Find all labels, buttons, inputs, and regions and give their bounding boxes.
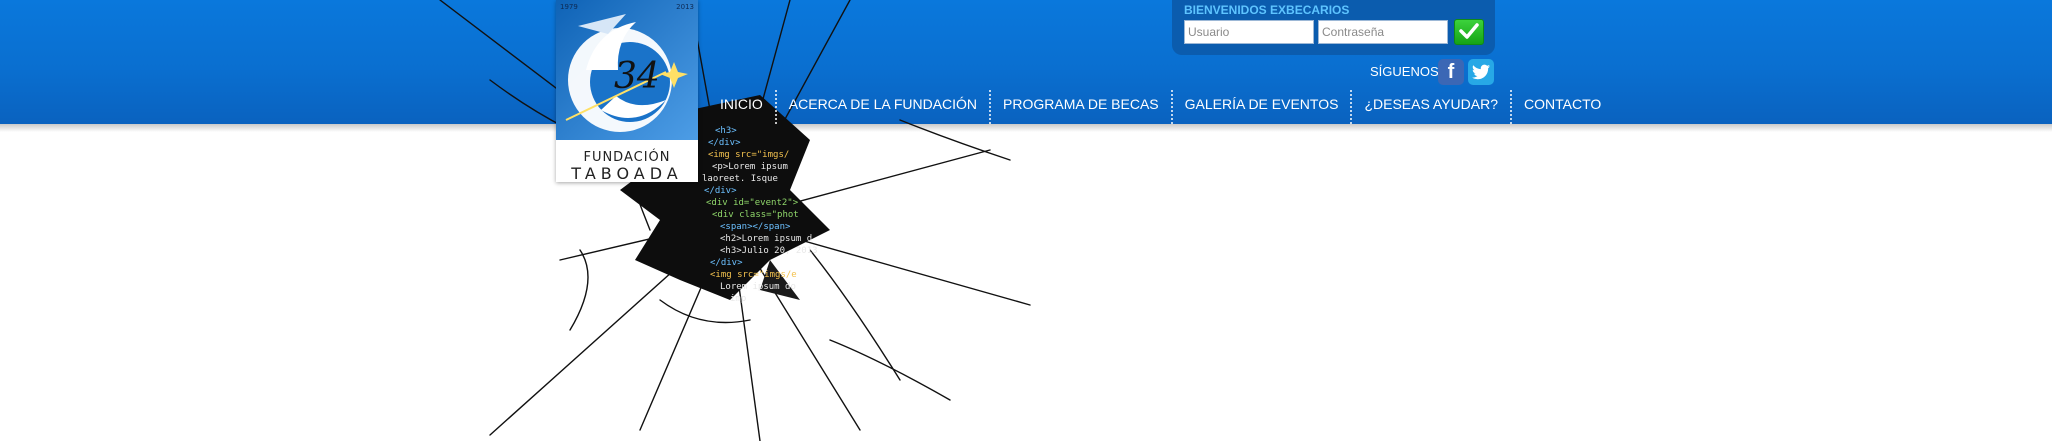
- logo-name-line1: FUNDACIÓN: [583, 150, 671, 165]
- nav-item-contacto[interactable]: CONTACTO: [1510, 90, 1613, 124]
- code-line: imp: [730, 294, 746, 304]
- nav-item-inicio[interactable]: INICIO: [700, 90, 775, 124]
- logo-emblem: 1979 2013 34: [556, 0, 698, 140]
- foundation-logo[interactable]: 1979 2013 34 FUNDACIÓN TABOADA: [556, 0, 698, 183]
- code-line: <img src="imgs/: [708, 150, 789, 160]
- nav-item-programa-becas[interactable]: PROGRAMA DE BECAS: [989, 90, 1171, 124]
- nav-item-deseas-ayudar[interactable]: ¿DESEAS AYUDAR?: [1350, 90, 1510, 124]
- code-line: laoreet. Isque: [702, 174, 778, 184]
- twitter-icon[interactable]: [1468, 59, 1494, 85]
- code-line: <div id="event2">: [706, 198, 799, 208]
- login-panel: BIENVENIDOS EXBECARIOS: [1172, 0, 1495, 55]
- main-navigation: INICIO ACERCA DE LA FUNDACIÓN PROGRAMA D…: [700, 90, 1613, 124]
- nav-item-galeria-eventos[interactable]: GALERÍA DE EVENTOS: [1170, 90, 1351, 124]
- logo-anniversary-number: 34: [614, 56, 660, 97]
- login-submit-button[interactable]: [1454, 19, 1484, 45]
- code-line: </div>: [704, 186, 737, 196]
- facebook-icon[interactable]: f: [1438, 59, 1464, 85]
- code-line: <span></span>: [720, 222, 791, 232]
- broken-glass-graphic: <h3> </div> <img src="imgs/ <p>Lorem ips…: [439, 0, 1031, 441]
- code-line: <p>Lorem ipsum: [712, 162, 788, 172]
- logo-swirl-icon: 34: [565, 14, 688, 132]
- code-line: Lorem ipsum do: [720, 282, 796, 292]
- login-title: BIENVENIDOS EXBECARIOS: [1184, 3, 1350, 17]
- password-field[interactable]: [1318, 20, 1448, 44]
- code-line: <h3>: [715, 126, 737, 136]
- code-line: <h3>Julio 20, 2013: [720, 246, 818, 256]
- logo-name-line2: TABOADA: [571, 164, 683, 183]
- check-icon: [1459, 22, 1479, 39]
- code-line: <img src="imgs/e: [710, 270, 797, 280]
- nav-item-acerca[interactable]: ACERCA DE LA FUNDACIÓN: [774, 90, 989, 124]
- code-line: </div>: [710, 258, 743, 268]
- code-line: <h2>Lorem ipsum d: [720, 234, 812, 244]
- code-line: <div class="phot: [712, 210, 799, 220]
- follow-us-label: SÍGUENOS: [1370, 64, 1439, 79]
- code-line: </div>: [708, 138, 741, 148]
- username-field[interactable]: [1184, 20, 1314, 44]
